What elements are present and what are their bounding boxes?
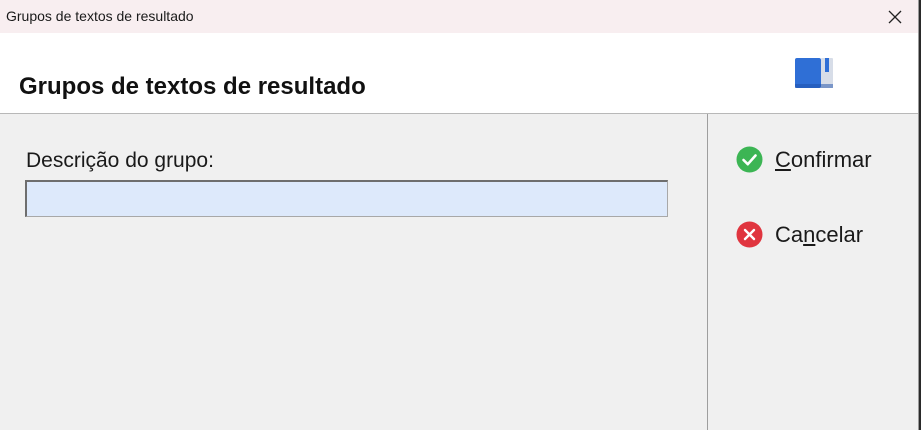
book-icon	[795, 58, 833, 88]
group-description-label: Descrição do grupo:	[26, 149, 214, 172]
close-button[interactable]	[872, 0, 918, 33]
confirm-access-key: C	[775, 146, 791, 172]
x-circle-icon	[736, 221, 763, 248]
dialog-window: Grupos de textos de resultado Grupos de …	[0, 0, 919, 430]
page-title: Grupos de textos de resultado	[19, 73, 366, 100]
confirm-button[interactable]: Confirmar	[736, 146, 872, 173]
cancel-button[interactable]: Cancelar	[736, 221, 863, 248]
check-circle-icon	[736, 146, 763, 173]
window-title: Grupos de textos de resultado	[6, 8, 194, 24]
close-icon	[888, 10, 902, 23]
cancel-label: Cancelar	[775, 221, 864, 247]
confirm-label: Confirmar	[775, 146, 872, 172]
actions-panel: Confirmar Cancelar	[708, 114, 918, 430]
title-bar[interactable]: Grupos de textos de resultado	[0, 0, 918, 33]
cancel-access-key: n	[803, 221, 816, 247]
dialog-header: Grupos de textos de resultado	[0, 33, 918, 114]
form-area: Descrição do grupo:	[0, 114, 707, 430]
group-description-input[interactable]	[25, 180, 668, 217]
